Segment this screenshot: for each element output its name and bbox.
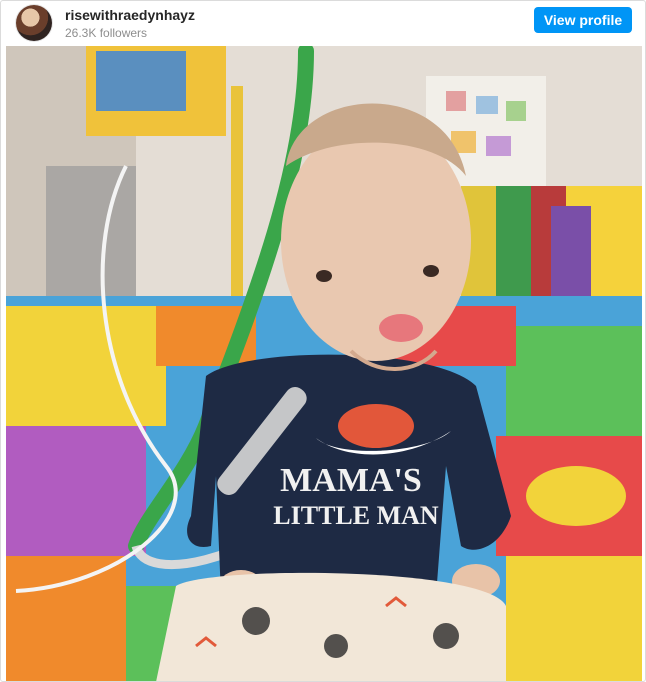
mat-tile (506, 556, 642, 681)
poster-mark (506, 101, 526, 121)
pole (231, 86, 243, 296)
instagram-embed: risewithraedynhayz 26.3K followers View … (0, 0, 646, 682)
right-eye (423, 265, 439, 277)
child-tongue (379, 314, 423, 342)
equipment-cart (46, 166, 136, 306)
mat-tile (506, 326, 642, 436)
view-profile-button[interactable]: View profile (534, 7, 632, 33)
shirt-hat-logo (338, 404, 414, 448)
equipment-panel (96, 51, 186, 111)
pants-print (433, 623, 459, 649)
mat-shape (526, 466, 626, 526)
photo-illustration: MAMA'S LITTLE MAN (6, 46, 642, 681)
poster-mark (476, 96, 498, 114)
pants-print (242, 607, 270, 635)
mat-tile (6, 556, 126, 681)
mat-tile (6, 306, 166, 426)
left-eye (316, 270, 332, 282)
poster-mark (486, 136, 511, 156)
follower-count: 26.3K followers (65, 26, 148, 40)
mat-tile (6, 426, 146, 556)
post-header: risewithraedynhayz 26.3K followers View … (1, 1, 645, 45)
shirt-text-line1: MAMA'S (280, 462, 422, 499)
poster-mark (446, 91, 466, 111)
profile-username[interactable]: risewithraedynhayz (65, 7, 195, 24)
shirt-text-line2: LITTLE MAN (273, 501, 439, 530)
profile-avatar[interactable] (16, 5, 52, 41)
bin-green (496, 186, 531, 306)
user-info: risewithraedynhayz 26.3K followers (65, 7, 195, 41)
post-photo[interactable]: MAMA'S LITTLE MAN (6, 46, 642, 681)
pants-print (324, 634, 348, 658)
